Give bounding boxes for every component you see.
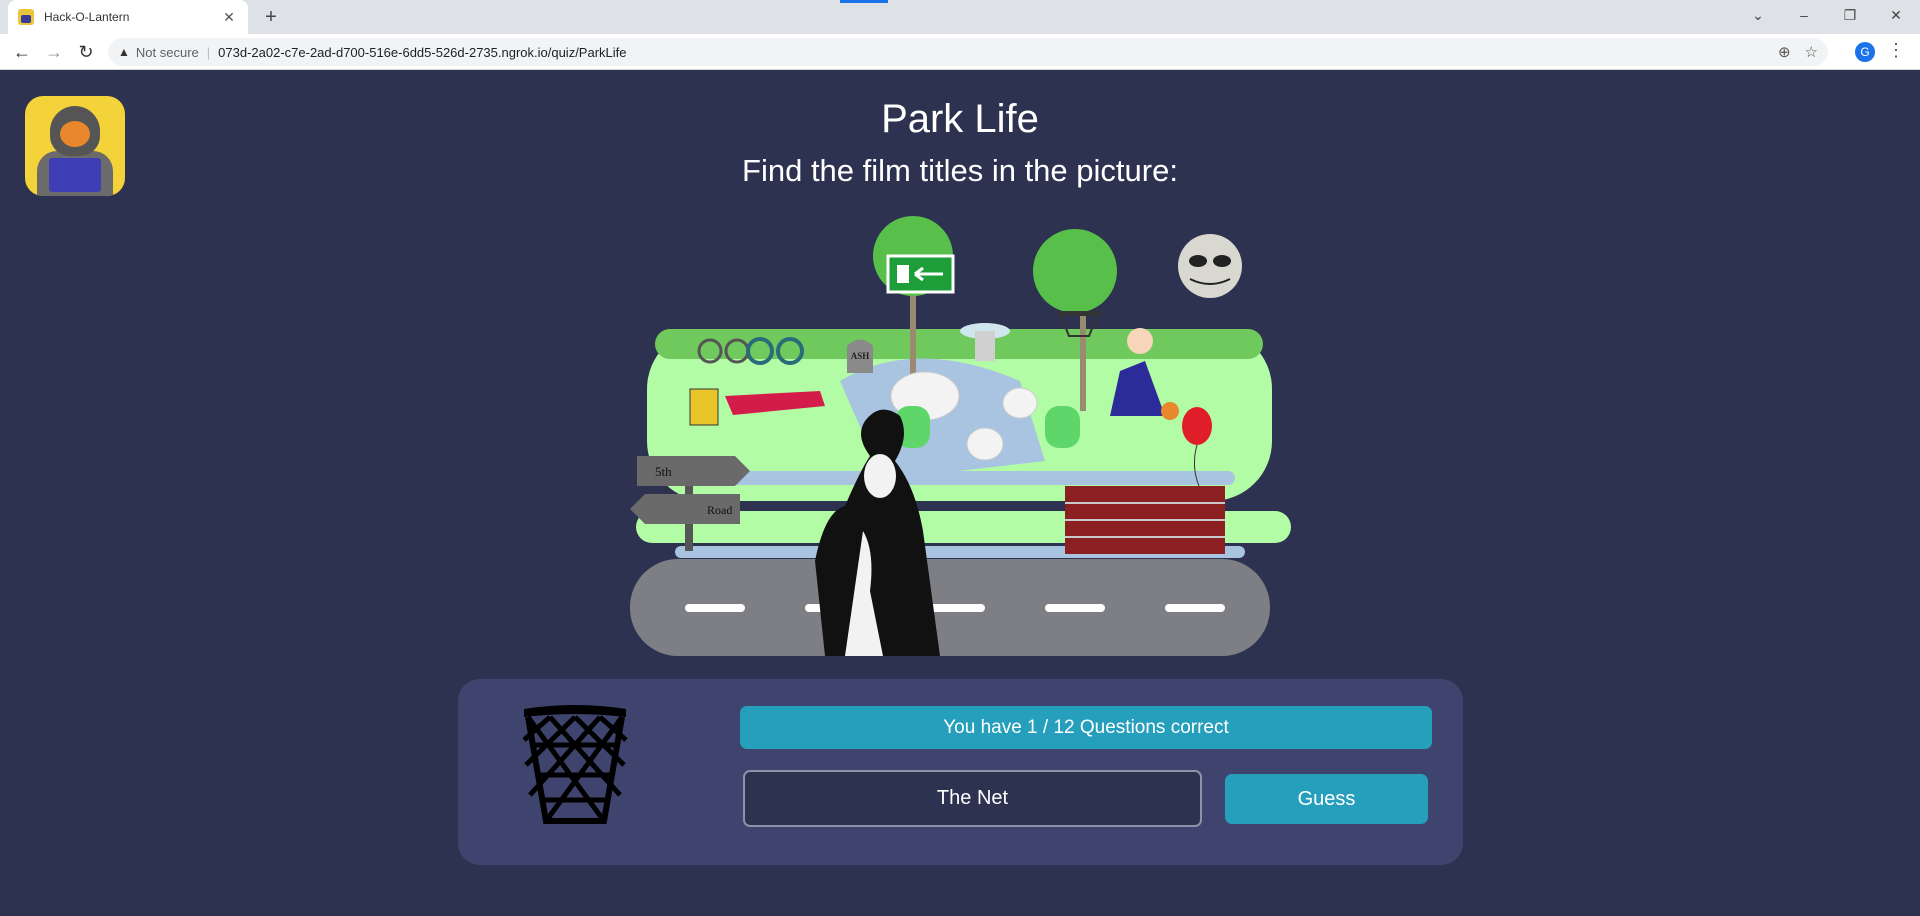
warning-icon: ▲ xyxy=(118,45,130,59)
horizontal-path xyxy=(695,471,1235,485)
pumpkin-icon xyxy=(1161,402,1179,420)
new-tab-button[interactable]: + xyxy=(258,4,284,30)
hoop-rim xyxy=(1058,311,1100,316)
road-line xyxy=(1045,604,1105,612)
moon-eye xyxy=(1213,255,1231,267)
url-text[interactable]: 073d-2a02-c7e-2ad-d700-516e-6dd5-526d-27… xyxy=(218,45,626,60)
reload-icon[interactable]: ↻ xyxy=(74,40,98,64)
restore-icon[interactable]: ❐ xyxy=(1830,4,1870,26)
security-label: Not secure xyxy=(135,44,199,60)
fountain-base xyxy=(975,331,995,361)
browser-menu-icon[interactable]: ⋮ xyxy=(1886,40,1906,61)
profile-avatar[interactable]: G xyxy=(1855,42,1875,62)
zoom-icon[interactable]: ⊕ xyxy=(1778,43,1791,61)
tab-strip-accent xyxy=(840,0,888,3)
page-content: Park Life Find the film titles in the pi… xyxy=(0,71,1920,916)
sheep-icon xyxy=(966,427,1004,461)
road-line xyxy=(925,604,985,612)
signpost-top xyxy=(637,456,750,486)
road-line xyxy=(1165,604,1225,612)
tab-title: Hack-O-Lantern xyxy=(44,10,130,24)
basketball-net-icon xyxy=(522,705,628,824)
score-banner: You have 1 / 12 Questions correct xyxy=(740,706,1432,749)
quiz-panel: You have 1 / 12 Questions correct Guess xyxy=(458,679,1463,865)
park-illustration: ASH 5th Road xyxy=(630,216,1291,656)
tree-trunk xyxy=(1080,301,1086,411)
bookmark-star-icon[interactable]: ☆ xyxy=(1805,43,1818,61)
forward-icon[interactable]: → xyxy=(42,40,66,64)
moon-jack-icon xyxy=(1178,234,1242,298)
exit-door xyxy=(897,265,909,283)
gravestone-text: ASH xyxy=(851,351,870,361)
browser-tab[interactable]: Hack-O-Lantern ✕ xyxy=(8,0,248,34)
page-subtitle: Find the film titles in the picture: xyxy=(742,153,1178,188)
moon-eye xyxy=(1189,255,1207,267)
sheep-icon xyxy=(1002,387,1038,419)
road-line xyxy=(685,604,745,612)
witch-face xyxy=(1127,328,1153,354)
signpost-top-text: 5th xyxy=(655,464,672,479)
omnibox-separator: | xyxy=(206,44,211,60)
tab-close-icon[interactable]: ✕ xyxy=(220,9,238,26)
juice-box-icon xyxy=(689,388,719,426)
back-icon[interactable]: ← xyxy=(10,40,34,64)
woman-face xyxy=(864,454,896,498)
tab-search-icon[interactable]: ⌄ xyxy=(1738,4,1778,26)
answer-input[interactable] xyxy=(743,770,1202,827)
tree-right xyxy=(1033,229,1117,313)
window-close-icon[interactable]: ✕ xyxy=(1876,4,1916,26)
guess-button[interactable]: Guess xyxy=(1225,774,1428,824)
minimize-icon[interactable]: – xyxy=(1784,4,1824,26)
page-title: Park Life xyxy=(881,97,1039,141)
red-balloon-icon xyxy=(1182,407,1212,445)
address-bar[interactable]: ▲ Not secure | 073d-2a02-c7e-2ad-d700-51… xyxy=(108,38,1828,66)
signpost-bottom-text: Road xyxy=(707,503,732,517)
site-favicon-icon xyxy=(18,9,34,25)
browser-tabbar: Hack-O-Lantern ✕ + ⌄ – ❐ ✕ xyxy=(0,0,1920,34)
browser-toolbar: ← → ↻ ▲ Not secure | 073d-2a02-c7e-2ad-d… xyxy=(0,34,1920,70)
bush xyxy=(1045,406,1080,448)
